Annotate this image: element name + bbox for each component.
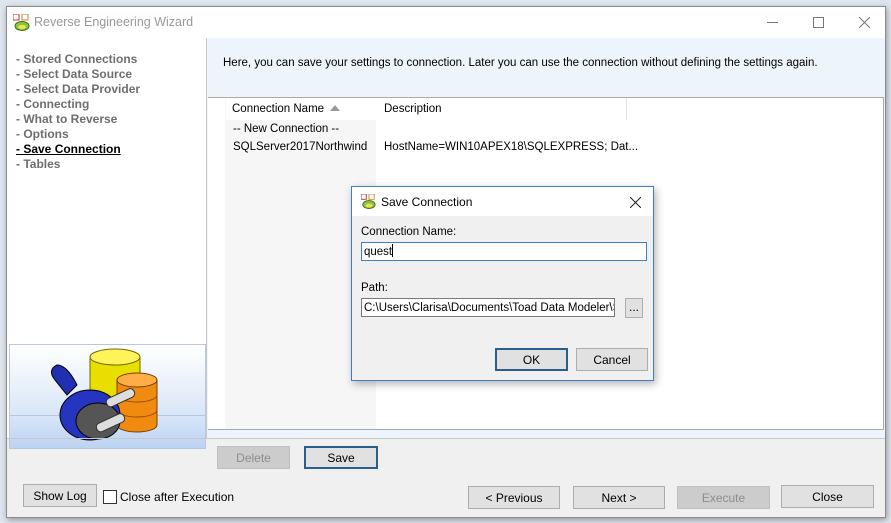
connection-name-cell: -- New Connection -- (233, 123, 340, 135)
close-window-button[interactable] (841, 7, 887, 38)
database-plug-icon (51, 348, 158, 441)
close-button[interactable]: Close (781, 485, 874, 508)
path-input[interactable]: C:\Users\Clarisa\Documents\Toad Data Mod… (361, 298, 615, 317)
column-header-description[interactable]: Description (377, 98, 627, 120)
close-after-execution-checkbox[interactable]: Close after Execution (103, 490, 234, 504)
wizard-steps-pane: - Stored Connections - Select Data Sourc… (7, 38, 207, 449)
wizard-illustration (9, 344, 206, 449)
toad-app-icon (13, 14, 30, 31)
step-tables[interactable]: - Tables (16, 157, 140, 172)
maximize-button[interactable] (795, 7, 841, 38)
dialog-close-button[interactable] (623, 191, 647, 213)
toad-app-icon (361, 194, 376, 209)
step-options[interactable]: - Options (16, 127, 140, 142)
footer-divider (7, 438, 885, 439)
minimize-button[interactable] (749, 7, 795, 38)
step-select-data-source[interactable]: - Select Data Source (16, 67, 140, 82)
previous-button[interactable]: < Previous (468, 486, 560, 509)
save-button[interactable]: Save (304, 446, 378, 469)
connection-name-label: Connection Name: (361, 226, 457, 238)
delete-button[interactable]: Delete (217, 446, 290, 469)
description-cell: HostName=WIN10APEX18\SQLEXPRESS; Dat... (384, 141, 639, 153)
connection-name-cell: SQLServer2017Northwind (233, 141, 368, 153)
browse-button[interactable]: ... (625, 298, 643, 318)
ok-button[interactable]: OK (495, 348, 568, 371)
next-button[interactable]: Next > (573, 486, 665, 509)
table-row[interactable]: SQLServer2017Northwind HostName=WIN10APE… (225, 138, 825, 156)
connection-name-input[interactable]: quest (361, 242, 647, 261)
step-connecting[interactable]: - Connecting (16, 97, 140, 112)
wizard-steps-list: - Stored Connections - Select Data Sourc… (16, 52, 140, 172)
dialog-title: Save Connection (381, 195, 473, 209)
step-what-to-reverse[interactable]: - What to Reverse (16, 112, 140, 127)
save-connection-dialog: Save Connection Connection Name: quest P… (351, 186, 654, 381)
path-label: Path: (361, 282, 388, 294)
dialog-title-bar: Save Connection (352, 187, 653, 216)
step-select-data-provider[interactable]: - Select Data Provider (16, 82, 140, 97)
step-stored-connections[interactable]: - Stored Connections (16, 52, 140, 67)
show-log-button[interactable]: Show Log (23, 484, 97, 507)
close-after-execution-label: Close after Execution (120, 490, 235, 504)
cancel-button[interactable]: Cancel (576, 348, 648, 371)
info-text: Here, you can save your settings to conn… (223, 57, 818, 69)
window-title: Reverse Engineering Wizard (34, 15, 194, 29)
step-save-connection[interactable]: - Save Connection (16, 142, 140, 157)
execute-button[interactable]: Execute (677, 486, 770, 509)
checkbox-box[interactable] (103, 490, 117, 504)
sort-ascending-icon (330, 105, 341, 111)
table-row[interactable]: -- New Connection -- (225, 120, 825, 138)
minimize-icon (766, 22, 778, 23)
column-header-connection-name[interactable]: Connection Name (226, 98, 380, 120)
maximize-icon (812, 17, 824, 28)
title-bar: Reverse Engineering Wizard (7, 7, 885, 38)
close-icon (629, 196, 641, 208)
close-icon (858, 17, 870, 28)
